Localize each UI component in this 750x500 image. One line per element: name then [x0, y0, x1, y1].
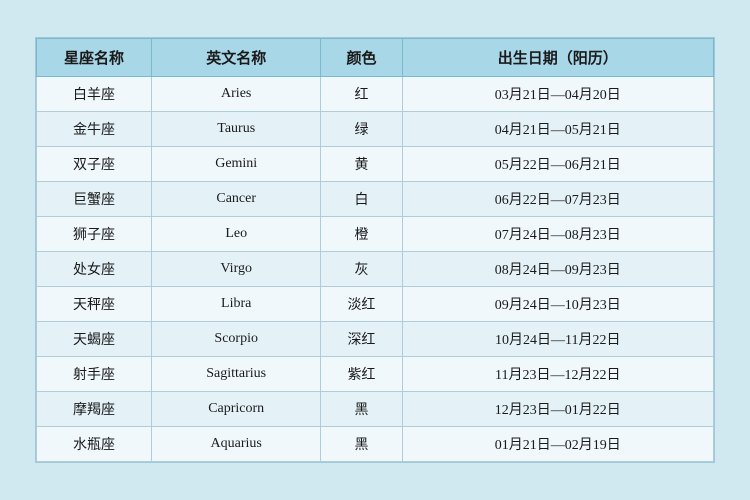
cell-chinese: 狮子座 — [37, 217, 152, 252]
cell-chinese: 金牛座 — [37, 112, 152, 147]
cell-color: 白 — [321, 182, 402, 217]
cell-chinese: 天蝎座 — [37, 322, 152, 357]
table-row: 水瓶座Aquarius黑01月21日—02月19日 — [37, 427, 714, 462]
header-date: 出生日期（阳历） — [402, 39, 713, 77]
cell-chinese: 白羊座 — [37, 77, 152, 112]
table-row: 巨蟹座Cancer白06月22日—07月23日 — [37, 182, 714, 217]
cell-chinese: 处女座 — [37, 252, 152, 287]
cell-color: 深红 — [321, 322, 402, 357]
header-english: 英文名称 — [152, 39, 321, 77]
cell-english: Libra — [152, 287, 321, 322]
table-row: 天秤座Libra淡红09月24日—10月23日 — [37, 287, 714, 322]
cell-color: 黑 — [321, 427, 402, 462]
table-row: 狮子座Leo橙07月24日—08月23日 — [37, 217, 714, 252]
cell-english: Aquarius — [152, 427, 321, 462]
cell-chinese: 摩羯座 — [37, 392, 152, 427]
table-row: 处女座Virgo灰08月24日—09月23日 — [37, 252, 714, 287]
cell-english: Gemini — [152, 147, 321, 182]
header-chinese: 星座名称 — [37, 39, 152, 77]
table-row: 摩羯座Capricorn黑12月23日—01月22日 — [37, 392, 714, 427]
cell-color: 黄 — [321, 147, 402, 182]
cell-color: 橙 — [321, 217, 402, 252]
cell-date: 01月21日—02月19日 — [402, 427, 713, 462]
cell-date: 03月21日—04月20日 — [402, 77, 713, 112]
cell-date: 08月24日—09月23日 — [402, 252, 713, 287]
cell-color: 绿 — [321, 112, 402, 147]
cell-date: 07月24日—08月23日 — [402, 217, 713, 252]
cell-chinese: 巨蟹座 — [37, 182, 152, 217]
cell-date: 09月24日—10月23日 — [402, 287, 713, 322]
zodiac-table: 星座名称 英文名称 颜色 出生日期（阳历） 白羊座Aries红03月21日—04… — [36, 38, 714, 462]
cell-chinese: 射手座 — [37, 357, 152, 392]
cell-color: 红 — [321, 77, 402, 112]
cell-color: 紫红 — [321, 357, 402, 392]
cell-english: Leo — [152, 217, 321, 252]
cell-english: Scorpio — [152, 322, 321, 357]
cell-english: Virgo — [152, 252, 321, 287]
cell-english: Taurus — [152, 112, 321, 147]
cell-color: 黑 — [321, 392, 402, 427]
cell-date: 11月23日—12月22日 — [402, 357, 713, 392]
cell-date: 12月23日—01月22日 — [402, 392, 713, 427]
cell-chinese: 天秤座 — [37, 287, 152, 322]
table-row: 双子座Gemini黄05月22日—06月21日 — [37, 147, 714, 182]
table-header-row: 星座名称 英文名称 颜色 出生日期（阳历） — [37, 39, 714, 77]
table-row: 天蝎座Scorpio深红10月24日—11月22日 — [37, 322, 714, 357]
cell-date: 06月22日—07月23日 — [402, 182, 713, 217]
table-row: 射手座Sagittarius紫红11月23日—12月22日 — [37, 357, 714, 392]
cell-chinese: 水瓶座 — [37, 427, 152, 462]
cell-english: Capricorn — [152, 392, 321, 427]
header-color: 颜色 — [321, 39, 402, 77]
table-row: 白羊座Aries红03月21日—04月20日 — [37, 77, 714, 112]
cell-date: 04月21日—05月21日 — [402, 112, 713, 147]
cell-date: 05月22日—06月21日 — [402, 147, 713, 182]
table-body: 白羊座Aries红03月21日—04月20日金牛座Taurus绿04月21日—0… — [37, 77, 714, 462]
cell-color: 灰 — [321, 252, 402, 287]
cell-date: 10月24日—11月22日 — [402, 322, 713, 357]
zodiac-table-container: 星座名称 英文名称 颜色 出生日期（阳历） 白羊座Aries红03月21日—04… — [35, 37, 715, 463]
cell-color: 淡红 — [321, 287, 402, 322]
cell-english: Sagittarius — [152, 357, 321, 392]
table-row: 金牛座Taurus绿04月21日—05月21日 — [37, 112, 714, 147]
cell-chinese: 双子座 — [37, 147, 152, 182]
cell-english: Aries — [152, 77, 321, 112]
cell-english: Cancer — [152, 182, 321, 217]
